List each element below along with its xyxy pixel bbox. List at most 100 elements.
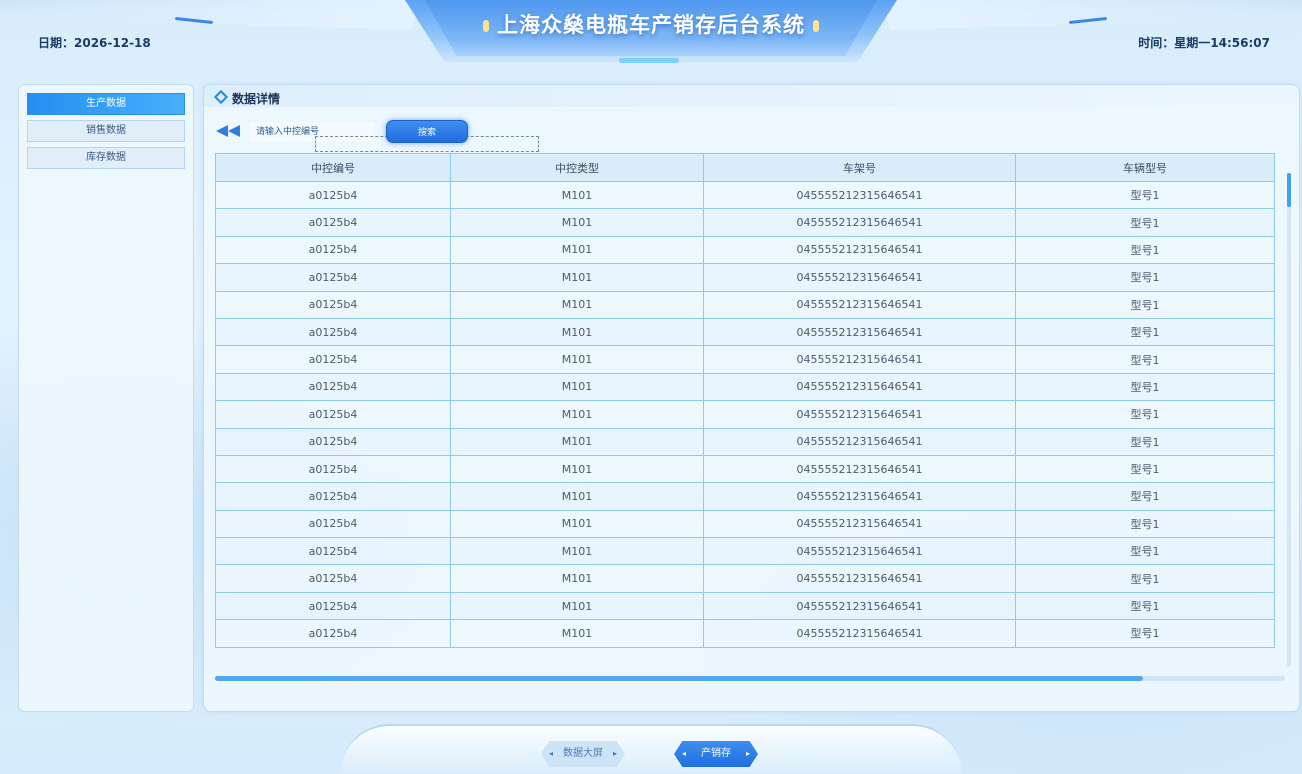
- footer-base: [340, 724, 962, 774]
- sidebar-item-sales[interactable]: 销售数据: [27, 120, 185, 142]
- nav-button-production-sales-inventory[interactable]: ◂ 产销存 ▸: [674, 741, 758, 767]
- time-display: 时间：星期一14:56:07: [1138, 36, 1270, 50]
- panel-title: 数据详情: [232, 92, 281, 106]
- table-row[interactable]: a0125b4 M101 045555212315646541 型号1: [215, 400, 1275, 429]
- table-row[interactable]: a0125b4 M101 045555212315646541 型号1: [215, 537, 1275, 566]
- table-cell: 型号1: [1015, 345, 1275, 374]
- table-cell: 045555212315646541: [703, 372, 1016, 402]
- table-cell: 型号1: [1015, 427, 1275, 456]
- table-cell: M101: [450, 509, 704, 539]
- table-cell: M101: [450, 235, 704, 265]
- nav-button-data-screen[interactable]: ◂ 数据大屏 ▸: [541, 741, 625, 767]
- table-cell: 045555212315646541: [703, 208, 1016, 237]
- table-cell: 型号1: [1015, 180, 1275, 210]
- table-cell: 045555212315646541: [703, 591, 1016, 621]
- table-row[interactable]: a0125b4 M101 045555212315646541 型号1: [215, 509, 1275, 539]
- table-cell: M101: [450, 208, 704, 237]
- panel-header: 数据详情: [204, 85, 1299, 107]
- column-header-controller-type[interactable]: 中控类型: [450, 153, 704, 182]
- page-title: 上海众燊电瓶车产销存后台系统: [460, 10, 842, 40]
- chevron-left-icon: ◂: [682, 749, 687, 758]
- table-cell: M101: [450, 454, 704, 484]
- table-cell: M101: [450, 400, 704, 429]
- table-row[interactable]: a0125b4 M101 045555212315646541 型号1: [215, 454, 1275, 484]
- table-cell: a0125b4: [215, 619, 451, 648]
- table-row[interactable]: a0125b4 M101 045555212315646541 型号1: [215, 427, 1275, 456]
- table-cell: 045555212315646541: [703, 235, 1016, 265]
- header: 上海众燊电瓶车产销存后台系统 日期：2026-12-18 时间：星期一14:56…: [0, 0, 1302, 80]
- table-row[interactable]: a0125b4 M101 045555212315646541 型号1: [215, 290, 1275, 319]
- table-cell: 型号1: [1015, 537, 1275, 566]
- vertical-scrollbar-thumb[interactable]: [1287, 173, 1291, 207]
- data-table-wrap: 中控编号 中控类型 车架号 车辆型号 a0125b4 M101 0455552123…: [215, 153, 1275, 648]
- table-cell: 型号1: [1015, 591, 1275, 621]
- diamond-icon: [213, 89, 229, 105]
- horizontal-scrollbar-thumb[interactable]: [215, 676, 1143, 681]
- title-dot-icon: [813, 20, 819, 32]
- header-wing-right: [882, 0, 1302, 30]
- table-cell: M101: [450, 317, 704, 347]
- sidebar-item-production[interactable]: 生产数据: [27, 93, 185, 115]
- search-button[interactable]: 搜索: [386, 120, 468, 143]
- date-display: 日期：2026-12-18: [38, 36, 151, 50]
- page-title-text: 上海众燊电瓶车产销存后台系统: [497, 13, 805, 37]
- table-cell: a0125b4: [215, 235, 451, 265]
- table-cell: 045555212315646541: [703, 317, 1016, 347]
- table-row[interactable]: a0125b4 M101 045555212315646541 型号1: [215, 564, 1275, 593]
- table-cell: M101: [450, 180, 704, 210]
- table-cell: 045555212315646541: [703, 564, 1016, 593]
- table-row[interactable]: a0125b4 M101 045555212315646541 型号1: [215, 235, 1275, 265]
- table-cell: a0125b4: [215, 263, 451, 292]
- table-cell: a0125b4: [215, 564, 451, 593]
- table-cell: M101: [450, 263, 704, 292]
- rewind-icon[interactable]: [216, 125, 240, 137]
- table-cell: 型号1: [1015, 454, 1275, 484]
- table-row[interactable]: a0125b4 M101 045555212315646541 型号1: [215, 482, 1275, 511]
- table-cell: 045555212315646541: [703, 454, 1016, 484]
- table-cell: 型号1: [1015, 509, 1275, 539]
- nav-button-label: 产销存: [701, 748, 731, 759]
- table-cell: 型号1: [1015, 619, 1275, 648]
- chevron-right-icon: ▸: [612, 749, 617, 758]
- table-cell: M101: [450, 619, 704, 648]
- table-cell: a0125b4: [215, 427, 451, 456]
- data-table: 中控编号 中控类型 车架号 车辆型号 a0125b4 M101 0455552123…: [215, 153, 1275, 648]
- table-cell: 型号1: [1015, 482, 1275, 511]
- header-wing-left: [0, 0, 420, 30]
- table-cell: M101: [450, 290, 704, 319]
- table-cell: 045555212315646541: [703, 509, 1016, 539]
- table-cell: 型号1: [1015, 317, 1275, 347]
- table-row[interactable]: a0125b4 M101 045555212315646541 型号1: [215, 345, 1275, 374]
- table-row[interactable]: a0125b4 M101 045555212315646541 型号1: [215, 317, 1275, 347]
- nav-button-label: 数据大屏: [563, 748, 603, 759]
- column-header-controller-id[interactable]: 中控编号: [215, 153, 451, 182]
- table-cell: 045555212315646541: [703, 290, 1016, 319]
- table-cell: a0125b4: [215, 591, 451, 621]
- table-row[interactable]: a0125b4 M101 045555212315646541 型号1: [215, 372, 1275, 402]
- table-cell: a0125b4: [215, 509, 451, 539]
- table-cell: 045555212315646541: [703, 482, 1016, 511]
- table-cell: 045555212315646541: [703, 180, 1016, 210]
- table-cell: M101: [450, 564, 704, 593]
- table-cell: 045555212315646541: [703, 263, 1016, 292]
- table-row[interactable]: a0125b4 M101 045555212315646541 型号1: [215, 591, 1275, 621]
- table-cell: 045555212315646541: [703, 619, 1016, 648]
- column-header-frame-number[interactable]: 车架号: [703, 153, 1016, 182]
- table-cell: 型号1: [1015, 564, 1275, 593]
- table-cell: a0125b4: [215, 372, 451, 402]
- vertical-scrollbar-track[interactable]: [1287, 173, 1291, 667]
- chevron-right-icon: ▸: [745, 749, 750, 758]
- sidebar-item-inventory[interactable]: 库存数据: [27, 147, 185, 169]
- table-row[interactable]: a0125b4 M101 045555212315646541 型号1: [215, 208, 1275, 237]
- table-cell: M101: [450, 345, 704, 374]
- table-row[interactable]: a0125b4 M101 045555212315646541 型号1: [215, 180, 1275, 210]
- table-cell: a0125b4: [215, 482, 451, 511]
- table-cell: 型号1: [1015, 400, 1275, 429]
- main-panel: 数据详情 搜索 中控编号 中控类型 车架号 车辆型号 a0125b4M10104…: [203, 84, 1300, 712]
- table-cell: 型号1: [1015, 290, 1275, 319]
- table-cell: a0125b4: [215, 400, 451, 429]
- column-header-vehicle-model[interactable]: 车辆型号: [1015, 153, 1275, 182]
- table-row[interactable]: a0125b4 M101 045555212315646541 型号1: [215, 263, 1275, 292]
- table-row[interactable]: a0125b4 M101 045555212315646541 型号1: [215, 619, 1275, 648]
- table-cell: a0125b4: [215, 537, 451, 566]
